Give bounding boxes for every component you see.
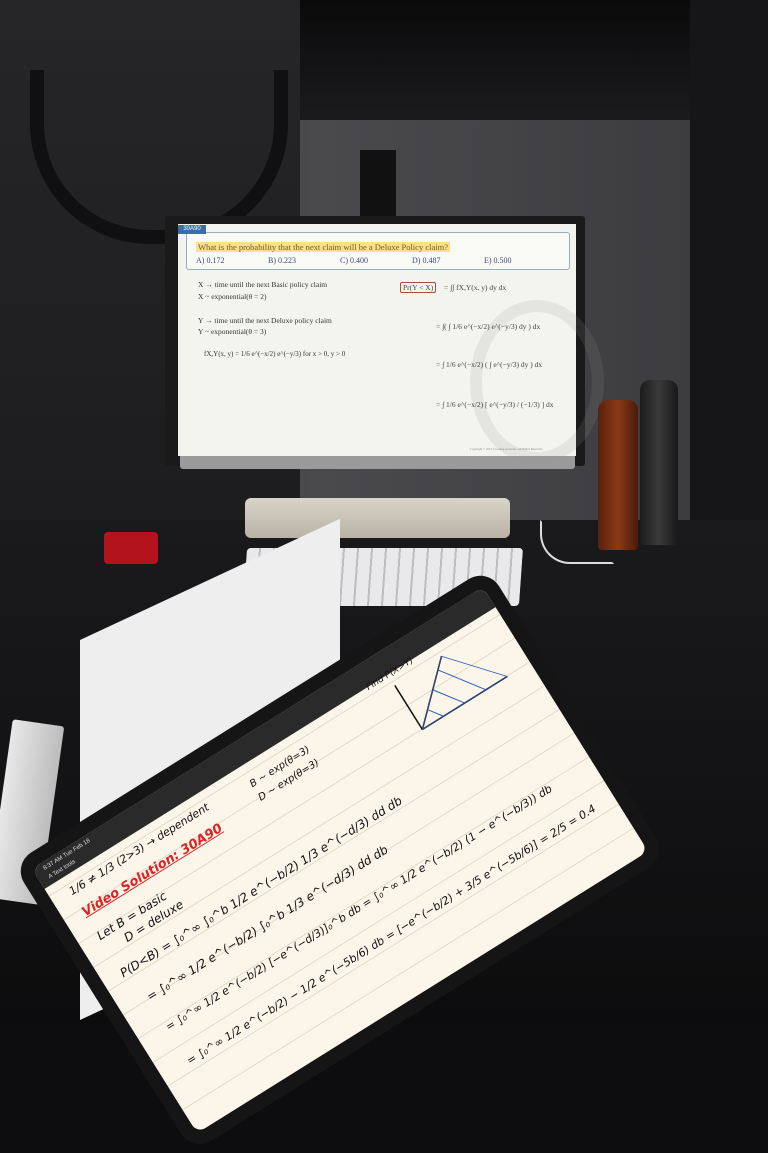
question-text: What is the probability that the next cl… — [196, 242, 450, 252]
joint-density: fX,Y(x, y) = 1/6 e^(−x/2) e^(−y/3) for x… — [204, 350, 346, 358]
probability-label: Pr(Y < X) — [400, 282, 437, 293]
copyright: Copyright © 2013 Coaching Actuaries. All… — [470, 447, 543, 451]
right-wall — [690, 0, 768, 600]
x-distribution: X ~ exponential(θ = 2) — [198, 292, 267, 301]
charging-cable — [540, 520, 614, 564]
option-d[interactable]: D) 0.487 — [412, 256, 440, 265]
equation-2: = ∫( ∫ 1/6 e^(−x/2) e^(−y/3) dy ) dx — [436, 322, 541, 331]
y-definition: Y → time until the next Deluxe policy cl… — [198, 316, 332, 325]
x-definition: X → time until the next Basic policy cla… — [198, 280, 328, 289]
y-distribution: Y ~ exponential(θ = 3) — [198, 327, 267, 336]
equation-step-2: = ∫₀^∞ 1/2 e^(−b/2) ∫₀^b 1/3 e^(−d/3) dd… — [144, 842, 391, 1004]
equation-3: = ∫ 1/6 e^(−x/2) ( ∫ e^(−y/3) dy ) dx — [436, 360, 543, 369]
dice — [104, 532, 158, 564]
option-c[interactable]: C) 0.400 — [340, 256, 368, 265]
monitor-base — [245, 498, 510, 538]
option-b[interactable]: B) 0.223 — [268, 256, 296, 265]
equation-1: = ∫∫ fX,Y(x, y) dy dx — [444, 283, 507, 292]
option-e[interactable]: E) 0.500 — [484, 256, 512, 265]
pr-box: Pr(Y < X) — [400, 282, 437, 293]
equation-4: = ∫ 1/6 e^(−x/2) [ e^(−y/3) / (−1/3) ] d… — [436, 400, 554, 409]
option-a[interactable]: A) 0.172 — [196, 256, 224, 265]
question-tag: 30A90 — [178, 225, 206, 234]
dark-bottle — [640, 380, 678, 545]
